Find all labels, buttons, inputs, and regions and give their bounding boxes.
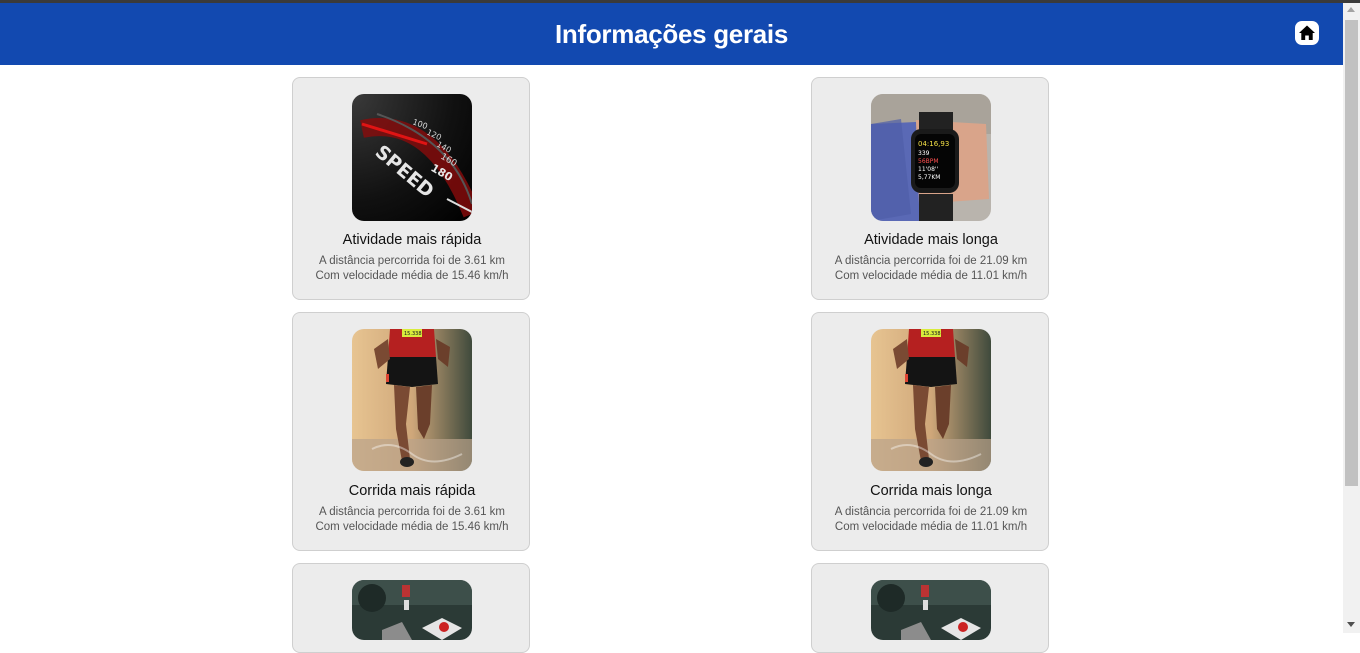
card-partial-left[interactable] (292, 563, 530, 653)
card-title: Corrida mais rápida (348, 483, 476, 499)
speedometer-image: 100 120 140 160 180 SPEED (352, 94, 472, 221)
scroll-down-arrow[interactable] (1347, 622, 1355, 627)
card-fastest-run[interactable]: 15.338 Corrida mais rápida A distância p… (292, 312, 530, 551)
home-icon (1299, 25, 1315, 40)
card-fastest-activity[interactable]: 100 120 140 160 180 SPEED Atividade mais… (292, 77, 530, 300)
scrollbar-thumb[interactable] (1345, 20, 1358, 486)
watch-readout: 11'08'' (918, 166, 939, 173)
watch-readout: 5,77KM (918, 174, 940, 181)
runner-bib: 15.338 (923, 331, 941, 337)
runner-bib: 15.338 (404, 331, 422, 337)
smartwatch-image: 04:16,93 339 56BPM 11'08'' 5,77KM (871, 94, 991, 221)
home-button[interactable] (1295, 21, 1319, 45)
card-distance: A distância percorrida foi de 21.09 km (834, 255, 1028, 267)
card-title: Atividade mais longa (864, 232, 998, 248)
runner-image: 15.338 (352, 329, 472, 471)
card-speed: Com velocidade média de 11.01 km/h (834, 521, 1028, 533)
cyclist-image (352, 580, 472, 640)
card-longest-run[interactable]: 15.338 Corrida mais longa A distância pe… (811, 312, 1049, 551)
card-distance: A distância percorrida foi de 21.09 km (834, 506, 1028, 518)
card-distance: A distância percorrida foi de 3.61 km (318, 255, 506, 267)
card-distance: A distância percorrida foi de 3.61 km (318, 506, 506, 518)
runner-image: 15.338 (871, 329, 991, 471)
card-speed: Com velocidade média de 15.46 km/h (315, 270, 509, 282)
card-partial-right[interactable] (811, 563, 1049, 653)
page-title: Informações gerais (554, 18, 789, 49)
watch-readout: 04:16,93 (918, 140, 949, 148)
card-speed: Com velocidade média de 11.01 km/h (834, 270, 1028, 282)
scroll-up-arrow[interactable] (1347, 7, 1355, 12)
watch-readout: 56BPM (918, 158, 939, 165)
watch-readout: 339 (918, 150, 930, 157)
card-title: Corrida mais longa (870, 483, 992, 499)
cyclist-image (871, 580, 991, 640)
card-longest-activity[interactable]: 04:16,93 339 56BPM 11'08'' 5,77KM Ativid… (811, 77, 1049, 300)
page-header: Informações gerais (0, 3, 1343, 65)
card-speed: Com velocidade média de 15.46 km/h (315, 521, 509, 533)
card-title: Atividade mais rápida (342, 232, 482, 248)
